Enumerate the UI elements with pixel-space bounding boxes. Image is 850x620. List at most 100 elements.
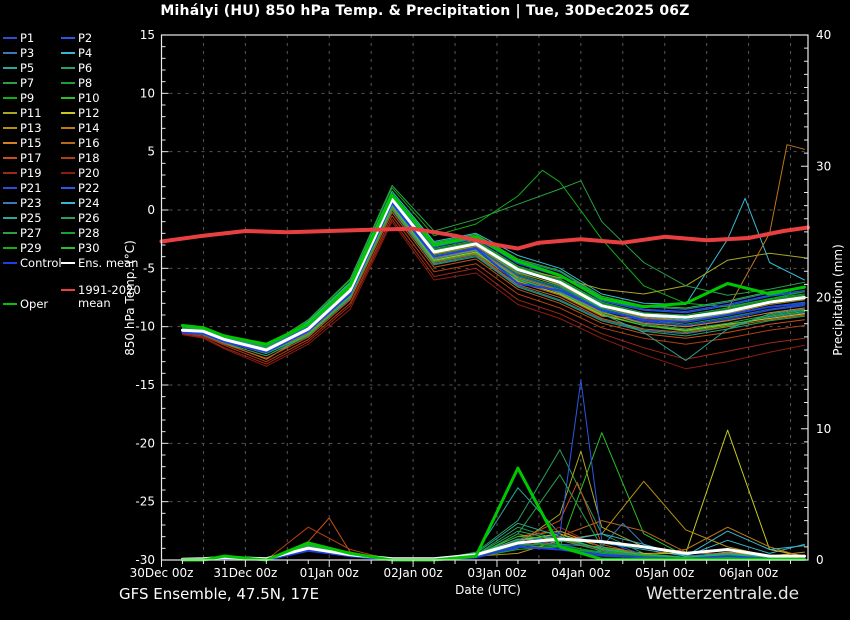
legend-item-p9: P9 [3,91,34,105]
legend-swatch-p18 [61,157,75,159]
legend-swatch-p26 [61,217,75,219]
legend-label-p16: P16 [78,137,100,150]
legend-label-p28: P28 [78,227,100,240]
svg-text:40: 40 [816,28,831,42]
legend-item-p17: P17 [3,151,42,165]
legend-item-p29: P29 [3,241,42,255]
highlight-lines [162,195,809,560]
legend-item-p20: P20 [61,166,100,180]
legend-swatch-oper [3,303,17,305]
legend-swatch-p11 [3,112,17,114]
svg-text:10: 10 [140,86,155,100]
legend-label-control: Control [20,257,62,270]
legend-item-p8: P8 [61,76,92,90]
legend-item-p2: P2 [61,31,92,45]
legend-item-p15: P15 [3,136,42,150]
legend-label-p25: P25 [20,212,42,225]
legend-swatch-p25 [3,217,17,219]
legend-swatch-p14 [61,127,75,129]
svg-text:01Jan 00z: 01Jan 00z [300,566,359,580]
svg-text:20: 20 [816,291,831,305]
legend-label-p11: P11 [20,107,42,120]
svg-text:30Dec 00z: 30Dec 00z [130,566,194,580]
legend-item-p18: P18 [61,151,100,165]
legend-item-oper: Oper [3,297,48,311]
legend-swatch-p6 [61,67,75,69]
legend-label-p23: P23 [20,197,42,210]
legend-item-p6: P6 [61,61,92,75]
legend-swatch-control [3,262,17,264]
legend-item-p12: P12 [61,106,100,120]
legend-item-p19: P19 [3,166,42,180]
legend-swatch-p20 [61,172,75,174]
legend-swatch-p22 [61,187,75,189]
legend-item-p25: P25 [3,211,42,225]
legend-label-p29: P29 [20,242,42,255]
legend-label-p10: P10 [78,92,100,105]
ensemble-member-lines [183,145,805,560]
model-info-text: GFS Ensemble, 47.5N, 17E [119,585,319,603]
legend-swatch-p15 [3,142,17,144]
legend-swatch-p10 [61,97,75,99]
legend-swatch-p27 [3,232,17,234]
legend-item-p3: P3 [3,46,34,60]
legend-item-control: Control [3,256,62,270]
svg-text:05Jan 00z: 05Jan 00z [635,566,694,580]
svg-text:04Jan 00z: 04Jan 00z [551,566,610,580]
legend-item-p27: P27 [3,226,42,240]
legend-swatch-p29 [3,247,17,249]
legend-swatch-p19 [3,172,17,174]
legend-swatch-p21 [3,187,17,189]
legend-item-p28: P28 [61,226,100,240]
legend-label-p18: P18 [78,152,100,165]
legend-swatch-p17 [3,157,17,159]
svg-text:0: 0 [816,553,824,567]
legend-label-p12: P12 [78,107,100,120]
svg-text:5: 5 [147,145,155,159]
svg-text:10: 10 [816,422,831,436]
svg-text:30: 30 [816,159,831,173]
legend-item-p11: P11 [3,106,42,120]
legend-swatch-p4 [61,52,75,54]
legend-item-p10: P10 [61,91,100,105]
svg-text:-15: -15 [135,378,155,392]
legend-label-p24: P24 [78,197,100,210]
legend-swatch-p28 [61,232,75,234]
legend-item-p30: P30 [61,241,100,255]
legend-item-p22: P22 [61,181,100,195]
legend-swatch-p9 [3,97,17,99]
legend-item-p26: P26 [61,211,100,225]
svg-text:-20: -20 [135,436,155,450]
legend-label-p5: P5 [20,62,34,75]
legend-item-p5: P5 [3,61,34,75]
legend-item-p1: P1 [3,31,34,45]
legend-item-p7: P7 [3,76,34,90]
legend-label-oper: Oper [20,298,48,311]
legend-label-p4: P4 [78,47,92,60]
legend-swatch-p24 [61,202,75,204]
legend-swatch-p7 [3,82,17,84]
page-title: Mihályi (HU) 850 hPa Temp. & Precipitati… [0,3,850,19]
legend-item-p4: P4 [61,46,92,60]
legend-label-p17: P17 [20,152,42,165]
legend-label-p13: P13 [20,122,42,135]
svg-text:31Dec 00z: 31Dec 00z [213,566,277,580]
svg-text:-25: -25 [135,495,155,509]
legend-label-p19: P19 [20,167,42,180]
legend-label-p6: P6 [78,62,92,75]
legend-swatch-p23 [3,202,17,204]
svg-text:02Jan 00z: 02Jan 00z [384,566,443,580]
legend-label-p8: P8 [78,77,92,90]
meteogram-page: 151050-5-10-15-20-25-3040302010030Dec 00… [0,0,850,620]
svg-text:-10: -10 [135,320,155,334]
svg-text:15: 15 [140,28,155,42]
svg-text:06Jan 00z: 06Jan 00z [719,566,778,580]
legend-swatch-p16 [61,142,75,144]
legend-label-p2: P2 [78,32,92,45]
legend-item-p23: P23 [3,196,42,210]
legend-swatch-p30 [61,247,75,249]
legend-label-p26: P26 [78,212,100,225]
legend-swatch-p13 [3,127,17,129]
legend-label-p7: P7 [20,77,34,90]
legend-item-p13: P13 [3,121,42,135]
